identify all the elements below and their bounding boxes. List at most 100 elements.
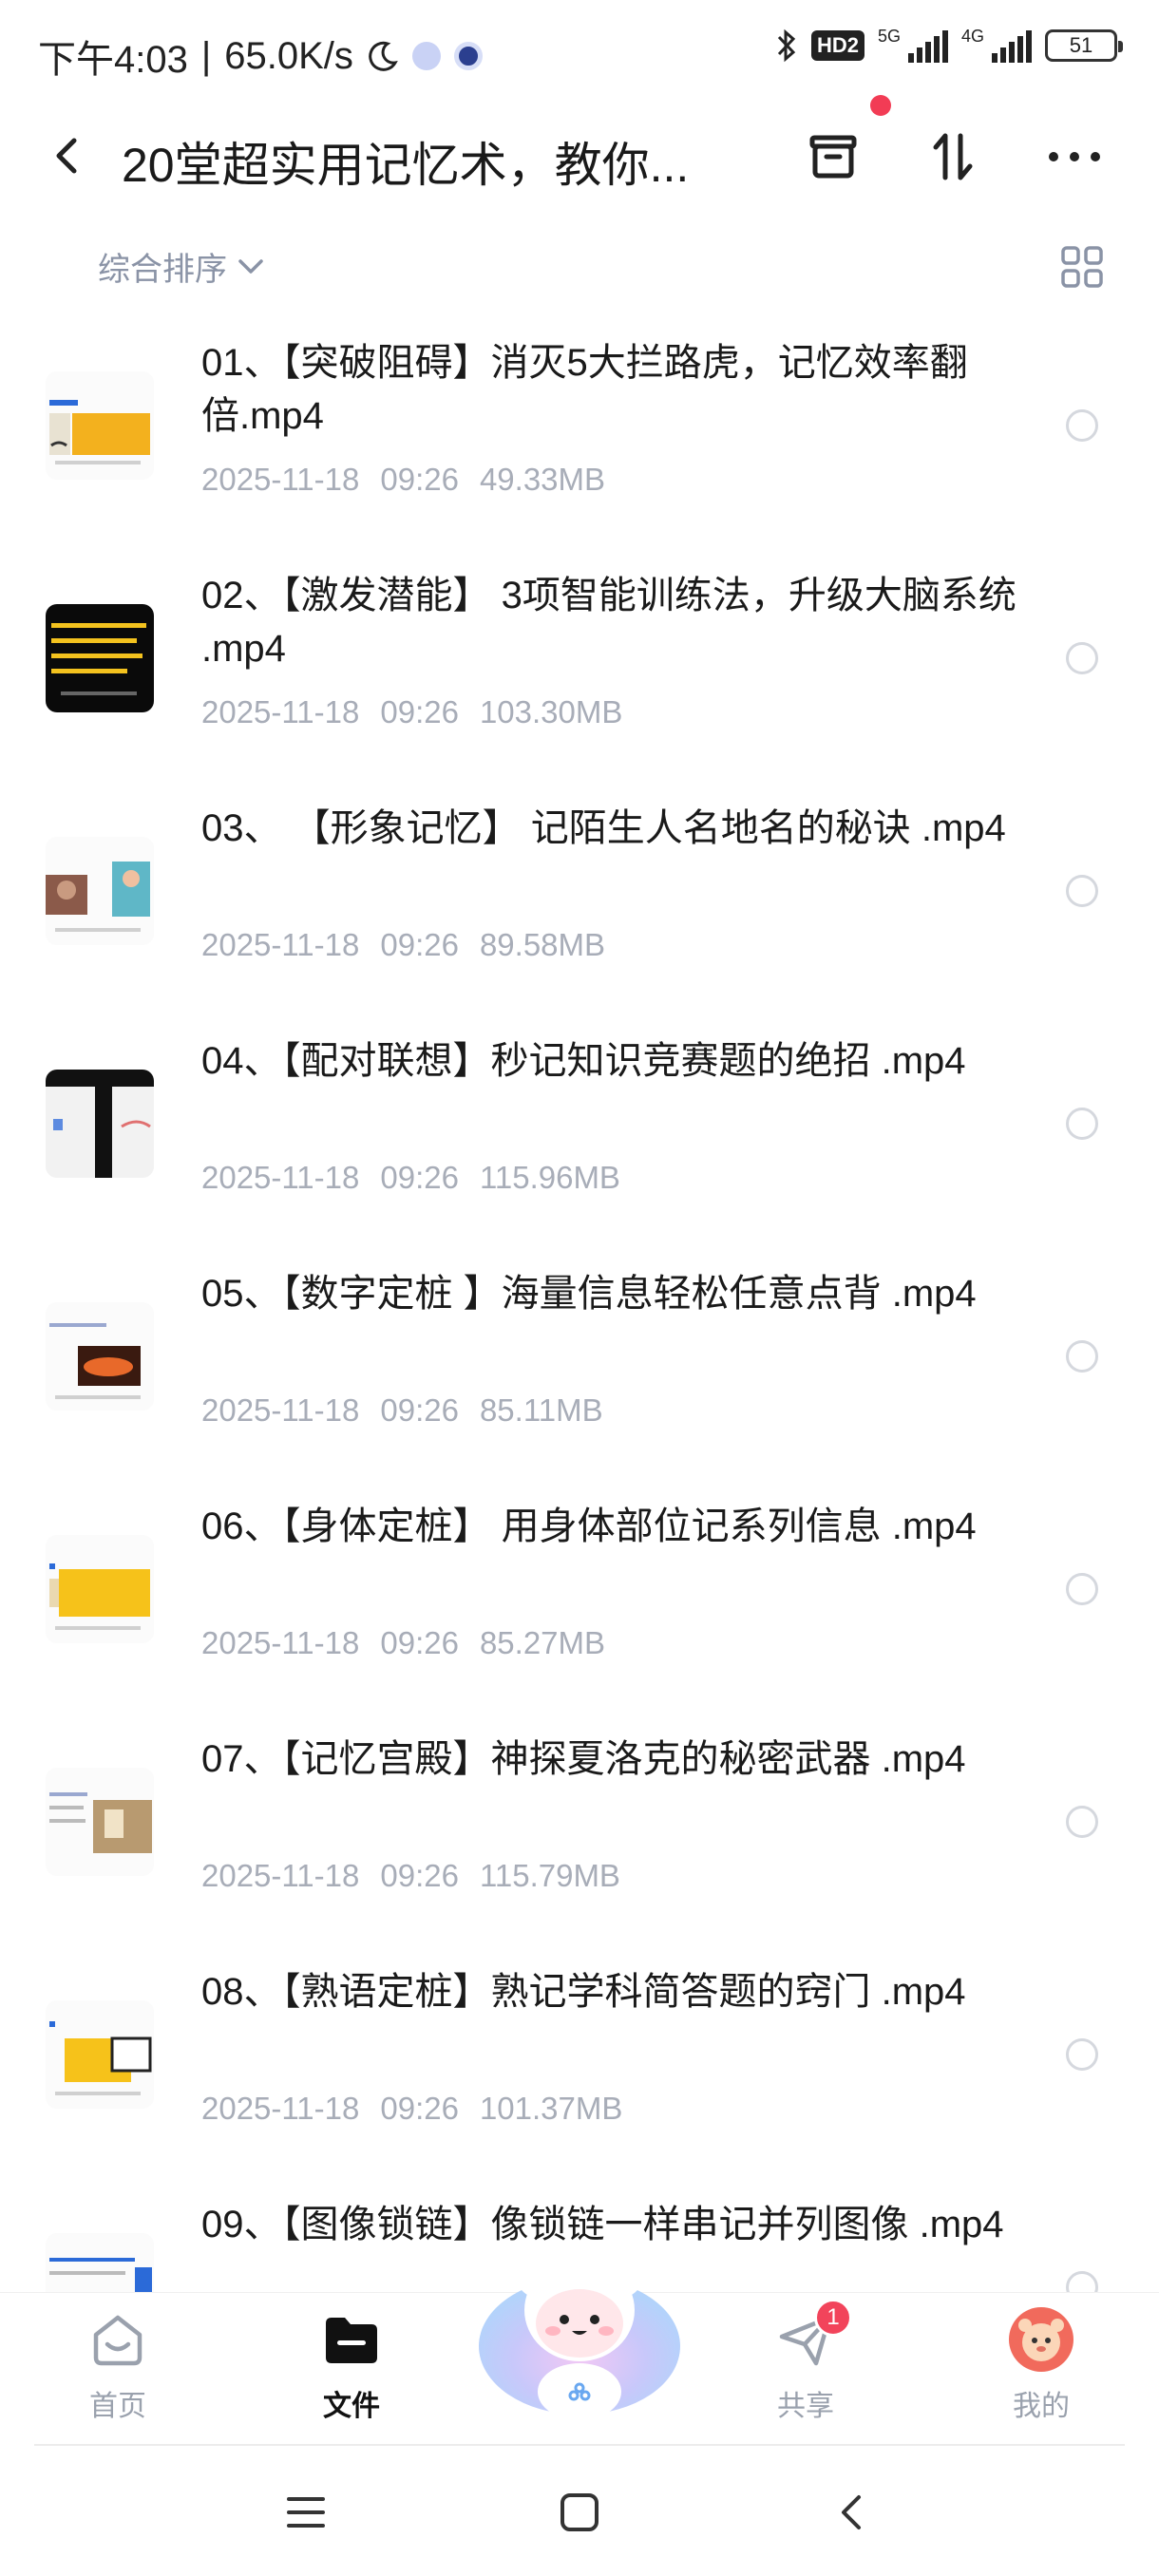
nav-files[interactable]: 文件 (285, 2306, 418, 2424)
share-badge: 1 (814, 2299, 852, 2337)
file-size: 49.33MB (479, 462, 606, 497)
mascot-icon (479, 2244, 680, 2420)
ai-assistant-mascot-button[interactable] (475, 2232, 684, 2422)
file-name: 08、【熟语定桩】熟记学科简答题的窍门 .mp4 (201, 1971, 966, 2013)
file-date: 2025-11-18 (201, 2091, 360, 2126)
avatar (1008, 2306, 1074, 2373)
video-thumbnail (46, 1768, 154, 1876)
video-thumbnail (46, 2000, 154, 2109)
file-size: 85.27MB (479, 1625, 606, 1660)
select-checkbox[interactable] (1066, 1573, 1098, 1605)
status-left: 下午4:03 | 65.0K/s (38, 28, 483, 84)
more-horizontal-icon (1049, 152, 1100, 161)
sort-bar: 综合排序 (0, 226, 1159, 302)
video-thumbnail (46, 1535, 154, 1643)
sort-label: 综合排序 (98, 252, 227, 288)
file-row[interactable]: 07、【记忆宫殿】神探夏洛克的秘密武器 .mp4 2025-11-18 09:26… (0, 1715, 1159, 1948)
file-name: 03、 【形象记忆】 记陌生人名地名的秘诀 .mp4 (201, 807, 1006, 849)
sort-order-button[interactable] (920, 123, 986, 190)
network-type-1: 5G (877, 27, 901, 46)
file-meta: 2025-11-18 09:26 89.58MB (201, 927, 605, 963)
file-date: 2025-11-18 (201, 927, 360, 962)
more-options-button[interactable] (1041, 123, 1108, 190)
back-button[interactable] (42, 129, 95, 182)
file-time: 09:26 (380, 1858, 459, 1893)
file-meta: 2025-11-18 09:26 85.27MB (201, 1625, 605, 1661)
file-meta: 2025-11-18 09:26 85.11MB (201, 1392, 603, 1429)
file-meta: 2025-11-18 09:26 103.30MB (201, 694, 622, 730)
file-name: 05、【数字定桩 】海量信息轻松任意点背 .mp4 (201, 1273, 977, 1315)
select-checkbox[interactable] (1066, 1340, 1098, 1373)
file-row[interactable]: 02、【激发潜能】 3项智能训练法，升级大脑系统 .mp4 2025-11-18… (0, 552, 1159, 785)
file-row[interactable]: 04、【配对联想】秒记知识竞赛题的绝招 .mp4 2025-11-18 09:26… (0, 1017, 1159, 1250)
hd-voice-badge: HD2 (810, 30, 864, 61)
chevron-left-icon (842, 2495, 861, 2529)
recents-button[interactable] (277, 2484, 334, 2541)
signal-icon-1 (907, 28, 948, 63)
video-thumbnail (46, 604, 154, 712)
file-date: 2025-11-18 (201, 1160, 360, 1195)
file-meta: 2025-11-18 09:26 115.79MB (201, 1858, 620, 1894)
page-title: 20堂超实用记忆术，教你... (122, 139, 690, 192)
file-date: 2025-11-18 (201, 462, 360, 497)
square-icon (560, 2493, 598, 2531)
nav-home-label: 首页 (89, 2391, 146, 2422)
file-date: 2025-11-18 (201, 1625, 360, 1660)
select-checkbox[interactable] (1066, 2038, 1098, 2071)
signal-icon-2 (992, 28, 1032, 63)
file-row[interactable]: 05、【数字定桩 】海量信息轻松任意点背 .mp4 2025-11-18 09:2… (0, 1250, 1159, 1483)
home-icon (85, 2306, 151, 2373)
file-time: 09:26 (380, 462, 459, 497)
grid-view-button[interactable] (1060, 245, 1104, 289)
file-date: 2025-11-18 (201, 694, 360, 729)
video-thumbnail (46, 1070, 154, 1178)
file-size: 101.37MB (479, 2091, 623, 2126)
status-right: HD2 5G 4G 51 (775, 27, 1123, 65)
nav-mine[interactable]: 我的 (975, 2306, 1108, 2424)
select-checkbox[interactable] (1066, 642, 1098, 674)
video-thumbnail (46, 837, 154, 945)
file-row[interactable]: 06、【身体定桩】 用身体部位记系列信息 .mp4 2025-11-18 09:2… (0, 1483, 1159, 1715)
battery-level: 51 (1069, 33, 1093, 57)
video-thumbnail (46, 2233, 154, 2292)
nav-home[interactable]: 首页 (51, 2306, 184, 2424)
sort-dropdown[interactable]: 综合排序 (98, 243, 267, 290)
home-system-button[interactable] (551, 2484, 608, 2541)
network-speed: 65.0K/s (224, 34, 353, 77)
file-meta: 2025-11-18 09:26 101.37MB (201, 2091, 622, 2127)
file-size: 103.30MB (479, 694, 623, 729)
folder-icon (318, 2306, 385, 2373)
file-name: 04、【配对联想】秒记知识竞赛题的绝招 .mp4 (201, 1040, 966, 1082)
file-meta: 2025-11-18 09:26 49.33MB (201, 462, 605, 498)
select-checkbox[interactable] (1066, 875, 1098, 907)
nav-mine-label: 我的 (1013, 2391, 1070, 2422)
chevron-left-icon (56, 138, 77, 174)
video-thumbnail (46, 371, 154, 480)
chat-notification-icon (411, 42, 441, 70)
select-checkbox[interactable] (1066, 1806, 1098, 1838)
file-size: 89.58MB (479, 927, 606, 962)
file-size: 115.96MB (479, 1160, 620, 1195)
file-time: 09:26 (380, 1392, 459, 1428)
file-date: 2025-11-18 (201, 1858, 360, 1893)
file-row[interactable]: 03、 【形象记忆】 记陌生人名地名的秘诀 .mp4 2025-11-18 09:… (0, 785, 1159, 1017)
back-system-button[interactable] (823, 2484, 880, 2541)
status-separator: | (200, 34, 212, 77)
bluetooth-icon (777, 28, 796, 63)
status-time: 下午4:03 (38, 39, 188, 81)
file-row[interactable]: 01、【突破阻碍】消灭5大拦路虎，记忆效率翻倍.mp4 2025-11-18 09… (0, 319, 1159, 552)
nav-share[interactable]: 1 共享 (739, 2299, 872, 2424)
file-size: 85.11MB (479, 1392, 603, 1428)
battery-icon: 51 (1045, 29, 1123, 62)
file-name: 01、【突破阻碍】消灭5大拦路虎，记忆效率翻倍.mp4 (201, 342, 968, 437)
file-row[interactable]: 08、【熟语定桩】熟记学科简答题的窍门 .mp4 2025-11-18 09:26… (0, 1948, 1159, 2181)
transfer-box-button[interactable] (800, 123, 866, 190)
file-time: 09:26 (380, 927, 459, 962)
paper-plane-icon: 1 (772, 2299, 852, 2373)
status-bar: 下午4:03 | 65.0K/s HD2 5G 4G 51 (0, 0, 1159, 104)
select-checkbox[interactable] (1066, 1108, 1098, 1140)
moon-icon (369, 41, 398, 71)
menu-icon (287, 2497, 325, 2528)
select-checkbox[interactable] (1066, 409, 1098, 442)
select-checkbox[interactable] (1066, 2271, 1098, 2292)
